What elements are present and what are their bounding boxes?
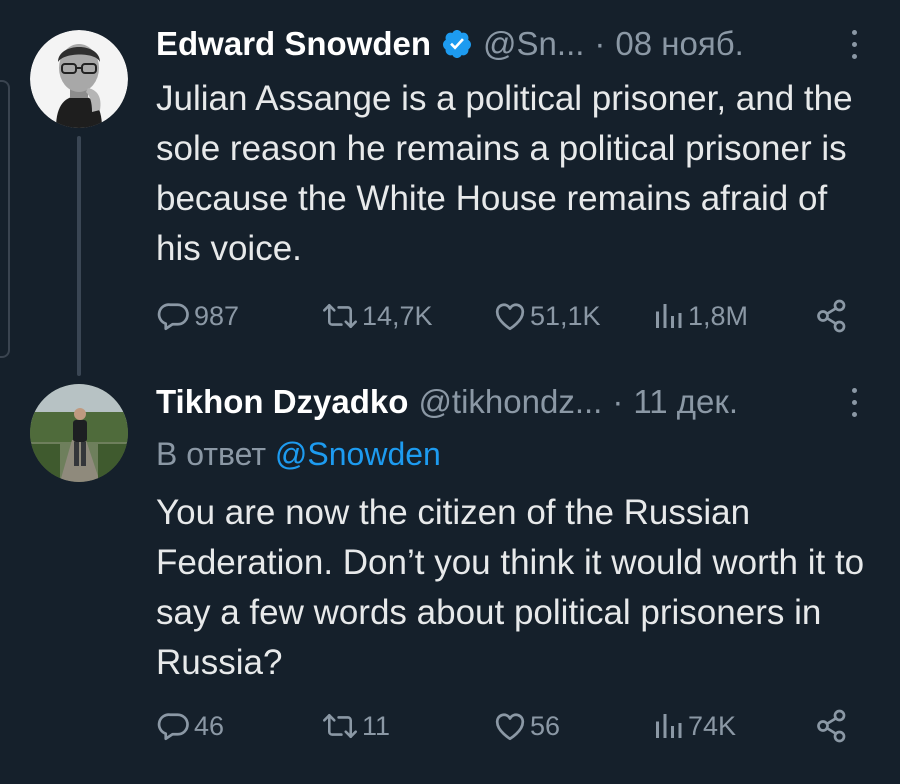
bar-chart-icon (656, 714, 682, 738)
verified-badge-icon (441, 28, 473, 60)
tweet-header: Edward Snowden @Sn... · 08 нояб. (156, 22, 744, 66)
views-button[interactable]: 74K (650, 706, 736, 746)
retweet-count: 11 (362, 710, 391, 741)
views-count: 1,8M (688, 300, 749, 331)
tweet-date[interactable]: 11 дек. (633, 383, 738, 421)
retweet-count: 14,7K (362, 300, 433, 331)
tweet-header: Tikhon Dzyadko @tikhondz... · 11 дек. (156, 380, 738, 424)
like-count: 51,1K (530, 300, 601, 331)
author-handle[interactable]: @Sn... (483, 25, 584, 63)
vertical-ellipsis-icon[interactable] (848, 388, 860, 422)
avatar-edward-snowden[interactable] (30, 30, 128, 128)
tweet-text: Julian Assange is a political prisoner, … (156, 79, 853, 268)
retweet-arrows-icon (323, 304, 357, 328)
tweet-snowden[interactable]: Edward Snowden @Sn... · 08 нояб. Julian … (0, 0, 900, 376)
heart-icon (495, 713, 525, 741)
share-button[interactable] (814, 706, 850, 746)
heart-icon (495, 303, 525, 331)
bar-chart-icon (656, 304, 682, 328)
views-count: 74K (688, 710, 737, 741)
like-count: 56 (530, 710, 561, 741)
tweet-dzyadko[interactable]: Tikhon Dzyadko @tikhondz... · 11 дек. В … (0, 362, 900, 784)
retweet-arrows-icon (323, 714, 357, 739)
tweet-date[interactable]: 08 нояб. (615, 25, 743, 63)
separator-dot: · (594, 25, 606, 62)
reply-button[interactable]: 46 (156, 706, 224, 746)
retweet-button[interactable]: 11 (320, 706, 390, 746)
avatar-tikhon-dzyadko[interactable] (30, 384, 128, 482)
like-button[interactable]: 51,1K (492, 296, 601, 336)
separator-dot: · (612, 383, 624, 420)
reply-count: 987 (194, 300, 240, 331)
reply-button[interactable]: 987 (156, 296, 239, 336)
thread-connector-line (77, 136, 81, 376)
like-button[interactable]: 56 (492, 706, 560, 746)
tweet-text: You are now the citizen of the Russian F… (156, 493, 865, 682)
author-name[interactable]: Tikhon Dzyadko (156, 383, 408, 421)
reply-mention-link[interactable]: @Snowden (275, 436, 441, 472)
share-nodes-icon (817, 299, 846, 333)
tweet-actions: 987 14,7K 51,1K 1,8M (156, 296, 860, 336)
retweet-button[interactable]: 14,7K (320, 296, 433, 336)
views-button[interactable]: 1,8M (650, 296, 748, 336)
share-button[interactable] (814, 296, 850, 336)
reply-prefix: В ответ (156, 436, 267, 472)
author-handle[interactable]: @tikhondz... (418, 383, 602, 421)
author-name[interactable]: Edward Snowden (156, 25, 431, 63)
reply-count: 46 (194, 710, 225, 741)
vertical-ellipsis-icon[interactable] (848, 30, 860, 64)
share-nodes-icon (817, 709, 846, 743)
reply-context: В ответ @Snowden (156, 436, 441, 473)
tweet-actions: 46 11 56 74K (156, 706, 860, 746)
speech-bubble-icon (157, 713, 189, 741)
speech-bubble-icon (157, 303, 189, 331)
